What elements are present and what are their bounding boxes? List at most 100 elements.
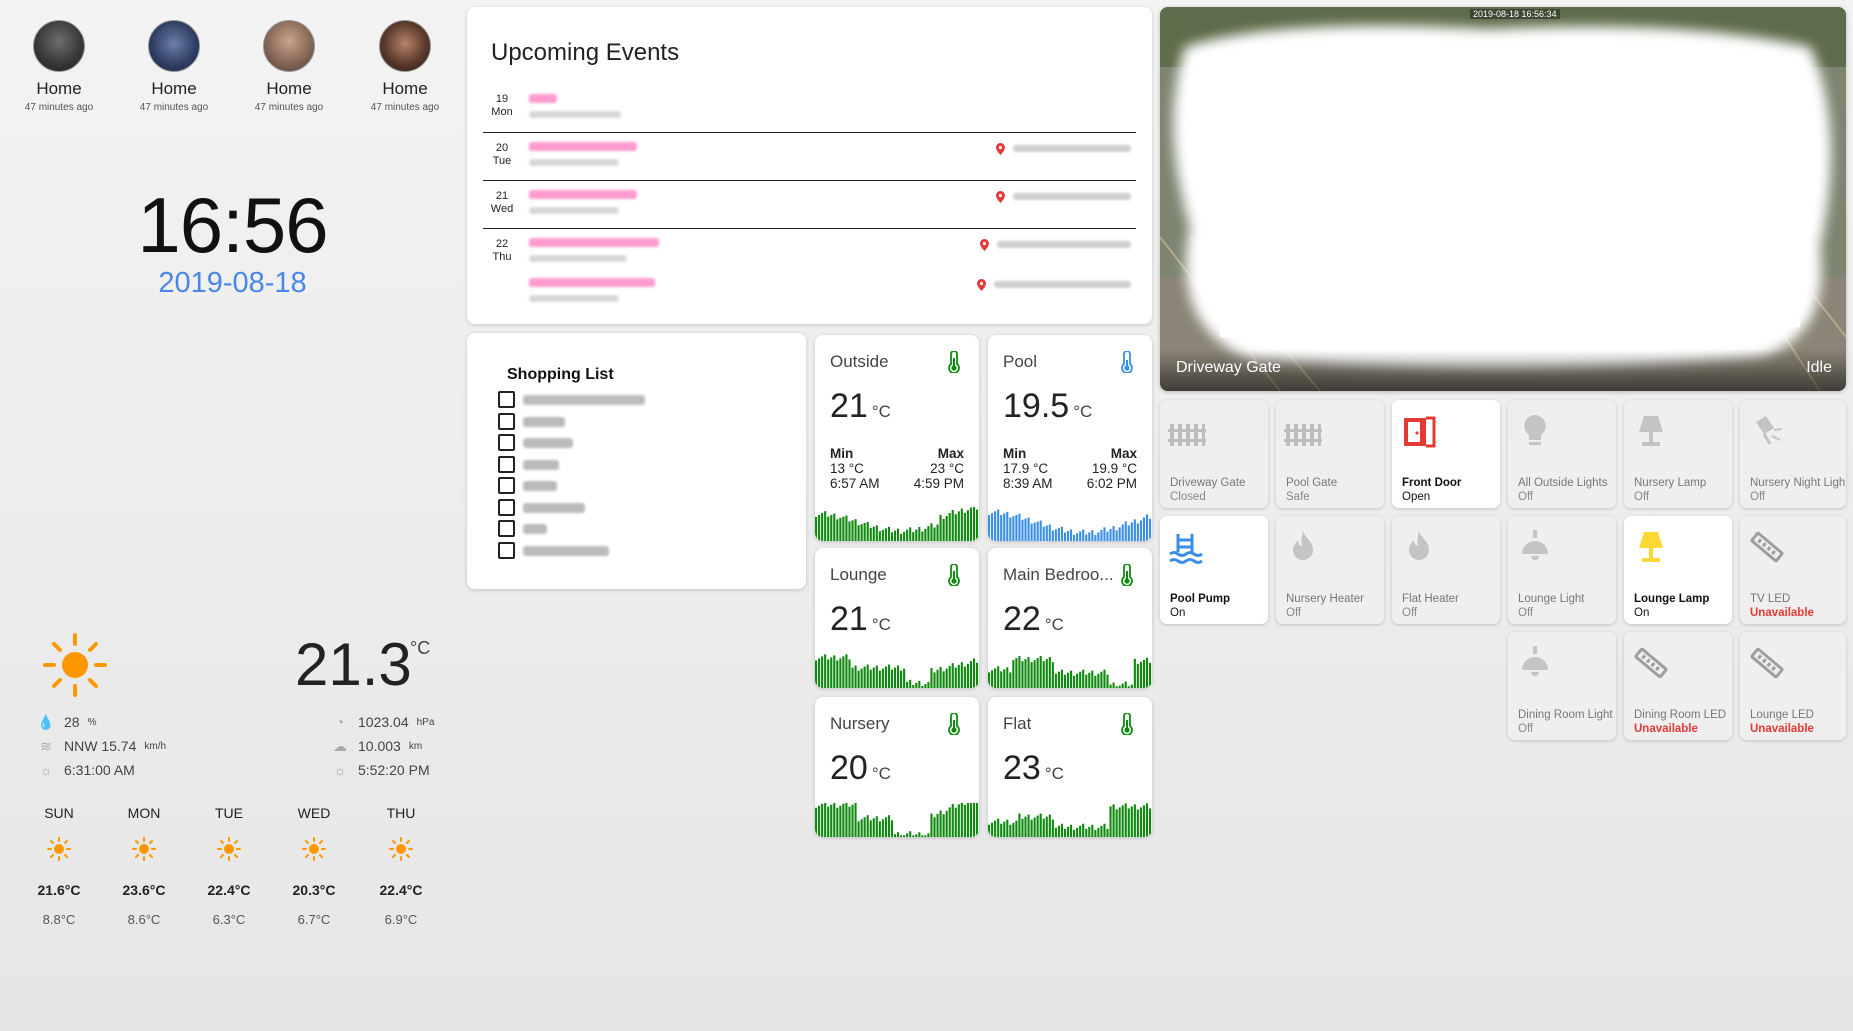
tile-nursery-night-light[interactable]: Nursery Night Ligh Off bbox=[1740, 400, 1846, 508]
sensor-value: 21 °C bbox=[830, 600, 891, 638]
tile-flat-heater[interactable]: Flat Heater Off bbox=[1392, 516, 1500, 624]
event-title[interactable] bbox=[529, 190, 637, 199]
sensor-card-pool[interactable]: Pool 19.5 °C Min 17.9 °C 8:39 AM Max 19.9 °C… bbox=[988, 335, 1152, 541]
weather-humidity: 💧 28% bbox=[37, 714, 97, 730]
shopping-list-item[interactable] bbox=[498, 477, 557, 494]
checkbox[interactable] bbox=[498, 456, 515, 473]
shopping-list-item[interactable] bbox=[498, 499, 585, 516]
tile-pool-gate[interactable]: Pool Gate Safe bbox=[1276, 400, 1384, 508]
shopping-list-item[interactable] bbox=[498, 391, 645, 408]
sensor-name: Outside bbox=[830, 352, 889, 371]
sensor-card-main-bedroom[interactable]: Main Bedroo... 22 °C bbox=[988, 548, 1152, 688]
door-open-icon bbox=[1404, 416, 1436, 448]
tile-dining-room-led[interactable]: Dining Room LED Unavailable bbox=[1624, 632, 1732, 740]
humidity-icon: 💧 bbox=[37, 714, 55, 730]
event-title[interactable] bbox=[529, 142, 637, 151]
upcoming-events-card: Upcoming Events 19 Mon 20 Tue 21 Wed 22 Thu bbox=[467, 7, 1152, 324]
tile-lounge-lamp[interactable]: Lounge Lamp On bbox=[1624, 516, 1732, 624]
event-day: 20 Tue bbox=[483, 133, 1136, 181]
event-date: 21 Wed bbox=[490, 190, 514, 215]
clock-time: 16:56 bbox=[137, 181, 328, 269]
item-label bbox=[523, 394, 645, 405]
checkbox[interactable] bbox=[498, 413, 515, 430]
item-label bbox=[523, 459, 559, 470]
camera-image bbox=[1160, 7, 1846, 391]
forecast-day: WED 20.3°C 6.7°C bbox=[292, 805, 336, 927]
tile-lounge-light[interactable]: Lounge Light Off bbox=[1508, 516, 1616, 624]
shopping-list-item[interactable] bbox=[498, 413, 565, 430]
checkbox[interactable] bbox=[498, 542, 515, 559]
item-label bbox=[523, 480, 557, 491]
led-strip-icon bbox=[1750, 647, 1784, 679]
weather-wind: ≋ NNW 15.74 km/h bbox=[36, 738, 166, 754]
shopping-list-item[interactable] bbox=[498, 542, 609, 559]
sensor-card-outside[interactable]: Outside 21 °C Min 13 °C 6:57 AM Max 23 °C 4:5… bbox=[815, 335, 979, 541]
sensor-name: Flat bbox=[1003, 714, 1032, 733]
gate-icon bbox=[1168, 424, 1206, 446]
tile-driveway-gate[interactable]: Driveway Gate Closed bbox=[1160, 400, 1268, 508]
sunset-icon: ☼ bbox=[333, 762, 347, 778]
gauge-icon: ◔ bbox=[335, 714, 345, 730]
event-time bbox=[529, 295, 619, 302]
sunny-icon bbox=[302, 837, 326, 861]
sensor-value: 20 °C bbox=[830, 749, 891, 787]
tile-nursery-heater[interactable]: Nursery Heater Off bbox=[1276, 516, 1384, 624]
event-title[interactable] bbox=[529, 238, 659, 247]
sensor-history-graph bbox=[988, 656, 1152, 688]
thermometer-icon bbox=[948, 713, 960, 735]
checkbox[interactable] bbox=[498, 477, 515, 494]
item-label bbox=[523, 437, 573, 448]
event-title[interactable] bbox=[529, 278, 655, 287]
sunny-icon bbox=[43, 633, 107, 697]
lamp-icon bbox=[1639, 532, 1663, 562]
sensor-history-graph bbox=[815, 654, 979, 688]
avatar bbox=[33, 20, 85, 72]
tile-nursery-lamp[interactable]: Nursery Lamp Off bbox=[1624, 400, 1732, 508]
thermometer-icon bbox=[1121, 351, 1133, 373]
sensor-value: 21 °C bbox=[830, 387, 891, 425]
led-strip-icon bbox=[1634, 647, 1668, 679]
checkbox[interactable] bbox=[498, 434, 515, 451]
sensor-card-nursery[interactable]: Nursery 20 °C bbox=[815, 697, 979, 837]
tile-pool-pump[interactable]: Pool Pump On bbox=[1160, 516, 1268, 624]
sunny-icon bbox=[217, 837, 241, 861]
visibility-icon: ☁ bbox=[333, 738, 347, 754]
ceiling-light-icon bbox=[1522, 646, 1548, 676]
tile-dining-room-light[interactable]: Dining Room Light Off bbox=[1508, 632, 1616, 740]
tile-front-door[interactable]: Front Door Open bbox=[1392, 400, 1500, 508]
tile-lounge-led[interactable]: Lounge LED Unavailable bbox=[1740, 632, 1846, 740]
sensor-card-lounge[interactable]: Lounge 21 °C bbox=[815, 548, 979, 688]
camera-feed-driveway-gate[interactable]: 2019-08-18 16:56:34 Driveway Gate Idle bbox=[1160, 7, 1846, 391]
shopping-list-item[interactable] bbox=[498, 520, 547, 537]
sunny-icon bbox=[132, 837, 156, 861]
sensor-max: Max 19.9 °C 6:02 PM bbox=[1086, 446, 1137, 491]
shopping-list-item[interactable] bbox=[498, 434, 573, 451]
avatar bbox=[148, 20, 200, 72]
shopping-list-item[interactable] bbox=[498, 456, 559, 473]
checkbox[interactable] bbox=[498, 499, 515, 516]
thermometer-icon bbox=[948, 564, 960, 586]
location-pin-icon bbox=[996, 143, 1005, 155]
event-time bbox=[529, 207, 619, 214]
location-pin-icon bbox=[977, 279, 986, 291]
avatar bbox=[263, 20, 315, 72]
ceiling-light-icon bbox=[1522, 530, 1548, 560]
event-location bbox=[1013, 193, 1131, 200]
event-day: 22 Thu bbox=[483, 229, 1136, 311]
shopping-list-card: Shopping List bbox=[467, 333, 806, 589]
item-label bbox=[523, 523, 547, 534]
camera-state: Idle bbox=[1806, 359, 1832, 376]
person-badge[interactable]: Home 47 minutes ago bbox=[1, 20, 117, 113]
tile-all-outside-lights[interactable]: All Outside Lights Off bbox=[1508, 400, 1616, 508]
thermometer-icon bbox=[1121, 564, 1133, 586]
checkbox[interactable] bbox=[498, 391, 515, 408]
person-badge[interactable]: Home 47 minutes ago bbox=[116, 20, 232, 113]
event-title[interactable] bbox=[529, 94, 557, 103]
checkbox[interactable] bbox=[498, 520, 515, 537]
sensor-card-flat[interactable]: Flat 23 °C bbox=[988, 697, 1152, 837]
person-badge[interactable]: Home 47 minutes ago bbox=[347, 20, 463, 113]
person-badge[interactable]: Home 47 minutes ago bbox=[231, 20, 347, 113]
tile-tv-led[interactable]: TV LED Unavailable bbox=[1740, 516, 1846, 624]
person-state: Home bbox=[382, 79, 428, 98]
weather-pressure: ◔ 1023.04 hPa bbox=[330, 714, 435, 730]
